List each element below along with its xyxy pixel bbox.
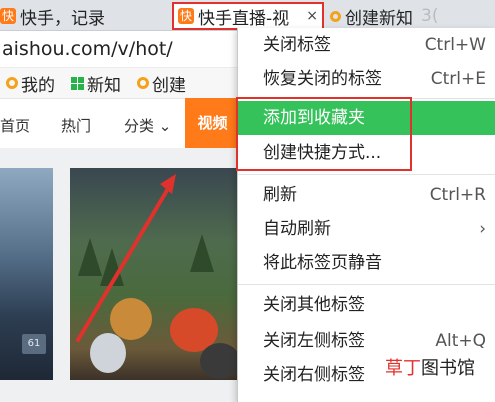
- menu-shortcut: Ctrl+W: [424, 35, 486, 55]
- nav-video-active[interactable]: 视频: [185, 98, 240, 148]
- chevron-right-icon: ›: [479, 219, 486, 239]
- tab-create-xinzhi[interactable]: 创建新知 3(: [330, 2, 495, 30]
- orange-ring-icon: [137, 77, 149, 89]
- green-grid-icon: [71, 76, 84, 90]
- kuaishou-favicon-icon: 快: [0, 8, 16, 24]
- bookmark-xinzhi[interactable]: 新知: [71, 71, 121, 96]
- tab-label: 创建新知: [345, 8, 413, 29]
- tab-kuaishou-home[interactable]: 快 快手，记录: [0, 2, 168, 30]
- annotation-highlight-box: [236, 97, 412, 171]
- nav-category[interactable]: 分类 ⌄: [124, 115, 171, 136]
- menu-refresh[interactable]: 刷新 Ctrl+R: [238, 178, 495, 212]
- bookmark-label: 新知: [87, 75, 121, 96]
- annotation-arrow: [76, 174, 176, 342]
- cartoon-character-shape: [200, 343, 240, 379]
- menu-close-other-tabs[interactable]: 关闭其他标签: [238, 288, 495, 322]
- menu-divider: [238, 284, 495, 285]
- tab-bar: 快 快手，记录 快 快手直播-视 × 创建新知 3(: [0, 0, 495, 31]
- watermark-part1: 草丁: [385, 358, 421, 379]
- bookmark-label: 创建: [152, 75, 186, 96]
- bookmark-wode[interactable]: 我的: [6, 71, 55, 96]
- menu-close-tab[interactable]: 关闭标签 Ctrl+W: [238, 28, 495, 62]
- menu-label: 刷新: [263, 185, 297, 205]
- menu-label: 关闭右侧标签: [263, 365, 365, 385]
- tab-kuaishou-live[interactable]: 快 快手直播-视 ×: [172, 2, 324, 30]
- tab-label: 快手，记录: [20, 8, 105, 29]
- nav-home[interactable]: 首页: [0, 115, 30, 136]
- menu-label: 关闭标签: [263, 35, 331, 55]
- bookmark-label: 我的: [21, 75, 55, 96]
- menu-label: 恢复关闭的标签: [263, 69, 382, 89]
- nav-category-label: 分类: [124, 117, 155, 135]
- watermark: 草丁 图书馆: [385, 352, 495, 382]
- watermark-part2: 图书馆: [421, 358, 475, 379]
- tab-suffix: 3(: [421, 6, 439, 26]
- orange-ring-icon: [6, 77, 18, 89]
- tab-label: 快手直播-视: [198, 8, 290, 29]
- menu-label: 关闭其他标签: [263, 295, 365, 315]
- close-tab-icon[interactable]: ×: [306, 8, 318, 24]
- menu-label: 关闭左侧标签: [263, 331, 365, 351]
- menu-restore-closed-tab[interactable]: 恢复关闭的标签 Ctrl+E: [238, 62, 495, 96]
- menu-shortcut: Ctrl+R: [429, 185, 486, 205]
- menu-divider: [238, 174, 495, 175]
- nav-hot[interactable]: 热门: [61, 115, 91, 136]
- thumbnail-badge: 61: [22, 334, 46, 354]
- tree-shape: [190, 234, 214, 272]
- chevron-down-icon: ⌄: [158, 117, 172, 135]
- menu-auto-refresh[interactable]: 自动刷新 ›: [238, 212, 495, 246]
- kuaishou-favicon-icon: 快: [178, 8, 194, 24]
- tab-context-menu: 关闭标签 Ctrl+W 恢复关闭的标签 Ctrl+E 添加到收藏夹 创建快捷方式…: [237, 28, 495, 402]
- menu-shortcut: Ctrl+E: [430, 69, 486, 89]
- menu-label: 自动刷新: [263, 219, 331, 239]
- bookmark-chuangjian[interactable]: 创建: [137, 71, 186, 96]
- orange-ring-icon: [330, 10, 341, 22]
- menu-label: 将此标签页静音: [263, 253, 382, 273]
- menu-mute-tab[interactable]: 将此标签页静音: [238, 246, 495, 280]
